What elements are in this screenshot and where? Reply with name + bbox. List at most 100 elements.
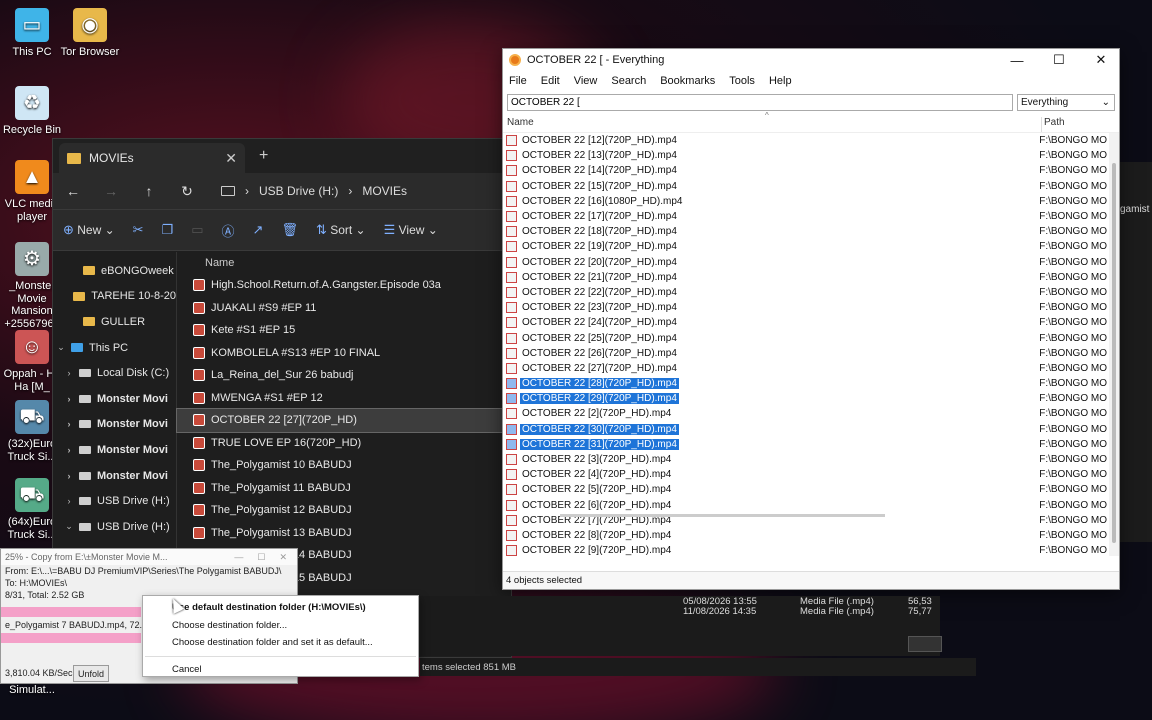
maximize-button[interactable]: ☐ [257, 552, 265, 563]
file-row[interactable]: The_Polygamist 11 BABUDJ [177, 477, 511, 500]
file-row[interactable]: The_Polygamist 12 BABUDJ [177, 499, 511, 522]
result-row[interactable]: OCTOBER 22 [4](720P_HD).mp4 F:\BONGO MO [503, 467, 1107, 482]
result-name-cell[interactable]: OCTOBER 22 [31](720P_HD).mp4 [503, 438, 1037, 450]
horizontal-scrollbar[interactable] [560, 514, 885, 517]
result-name-cell[interactable]: OCTOBER 22 [17](720P_HD).mp4 [503, 211, 1037, 223]
minimize-button[interactable]: — [999, 53, 1035, 68]
cut-icon[interactable]: ✂ [133, 222, 144, 238]
file-row[interactable]: KOMBOLELA #S13 #EP 10 FINAL [177, 342, 511, 365]
back-button[interactable]: ← [63, 183, 83, 199]
scrollbar-thumb[interactable] [1112, 163, 1116, 543]
menu-item-help[interactable]: Help [769, 75, 792, 87]
copy-icon[interactable]: ❐ [162, 222, 174, 238]
menu-item-choose-folder[interactable]: Choose destination folder... [143, 617, 418, 635]
sidebar-item[interactable]: ⌄ This PC [53, 335, 176, 361]
result-row[interactable]: OCTOBER 22 [5](720P_HD).mp4 F:\BONGO MO [503, 482, 1107, 497]
result-row[interactable]: OCTOBER 22 [29](720P_HD).mp4 F:\BONGO MO [503, 391, 1107, 406]
vertical-scrollbar[interactable] [1109, 133, 1119, 556]
result-name-cell[interactable]: OCTOBER 22 [15](720P_HD).mp4 [503, 180, 1037, 192]
rename-icon[interactable]: Ⓐ [222, 221, 235, 240]
sort-button[interactable]: ⇅ Sort ⌄ [316, 222, 366, 238]
result-row[interactable]: OCTOBER 22 [24](720P_HD).mp4 F:\BONGO MO [503, 315, 1107, 330]
forward-button[interactable]: → [101, 183, 121, 199]
result-name-cell[interactable]: OCTOBER 22 [28](720P_HD).mp4 [503, 378, 1037, 390]
chevron-icon[interactable]: › [63, 368, 75, 378]
result-name-cell[interactable]: OCTOBER 22 [9](720P_HD).mp4 [503, 545, 1037, 556]
result-name-cell[interactable]: OCTOBER 22 [21](720P_HD).mp4 [503, 271, 1037, 283]
menu-item-bookmarks[interactable]: Bookmarks [660, 75, 715, 87]
chevron-icon[interactable]: › [63, 394, 75, 404]
share-icon[interactable]: ↗ [253, 222, 264, 238]
result-name-cell[interactable]: OCTOBER 22 [8](720P_HD).mp4 [503, 529, 1037, 541]
result-row[interactable]: OCTOBER 22 [23](720P_HD).mp4 F:\BONGO MO [503, 300, 1107, 315]
menu-item-view[interactable]: View [574, 75, 598, 87]
tab-close-button[interactable]: ✕ [225, 150, 237, 167]
result-name-cell[interactable]: OCTOBER 22 [29](720P_HD).mp4 [503, 393, 1037, 405]
new-button[interactable]: ⊕ New ⌄ [63, 222, 115, 238]
filter-select[interactable]: Everything ⌄ [1017, 93, 1115, 111]
sidebar-item[interactable]: › Local Disk (C:) [53, 360, 176, 386]
sidebar-item[interactable]: › USB Drive (H:) [53, 488, 176, 514]
result-row[interactable]: OCTOBER 22 [18](720P_HD).mp4 F:\BONGO MO [503, 224, 1107, 239]
result-row[interactable]: OCTOBER 22 [19](720P_HD).mp4 F:\BONGO MO [503, 239, 1107, 254]
paste-icon[interactable]: ▭ [191, 222, 203, 238]
result-row[interactable]: OCTOBER 22 [8](720P_HD).mp4 F:\BONGO MO [503, 528, 1107, 543]
result-name-cell[interactable]: OCTOBER 22 [2](720P_HD).mp4 [503, 408, 1037, 420]
result-row[interactable]: OCTOBER 22 [28](720P_HD).mp4 F:\BONGO MO [503, 376, 1107, 391]
unfold-button[interactable]: Unfold [73, 665, 110, 682]
chevron-icon[interactable]: ⌄ [55, 342, 67, 353]
file-row[interactable]: La_Reina_del_Sur 26 babudj [177, 364, 511, 387]
chevron-icon[interactable]: › [63, 496, 75, 506]
desktop-icon[interactable]: ♻ Recycle Bin [0, 86, 64, 137]
file-row[interactable]: MWENGA #S1 #EP 12 [177, 387, 511, 410]
breadcrumb-movies[interactable]: MOVIEs [362, 184, 407, 198]
chevron-icon[interactable]: › [63, 419, 75, 429]
file-row[interactable]: High.School.Return.of.A.Gangster.Episode… [177, 274, 511, 297]
result-row[interactable]: OCTOBER 22 [31](720P_HD).mp4 F:\BONGO MO [503, 437, 1107, 452]
result-name-cell[interactable]: OCTOBER 22 [5](720P_HD).mp4 [503, 484, 1037, 496]
result-row[interactable]: OCTOBER 22 [27](720P_HD).mp4 F:\BONGO MO [503, 361, 1107, 376]
result-row[interactable]: OCTOBER 22 [2](720P_HD).mp4 F:\BONGO MO [503, 406, 1107, 421]
result-row[interactable]: OCTOBER 22 [22](720P_HD).mp4 F:\BONGO MO [503, 285, 1107, 300]
file-row[interactable]: JUAKALI #S9 #EP 11 [177, 297, 511, 320]
result-name-cell[interactable]: OCTOBER 22 [14](720P_HD).mp4 [503, 165, 1037, 177]
column-header-name[interactable]: Name [177, 252, 511, 274]
result-name-cell[interactable]: OCTOBER 22 [16](1080P_HD).mp4 [503, 195, 1037, 207]
new-tab-button[interactable]: + [259, 147, 268, 165]
result-row[interactable]: OCTOBER 22 [9](720P_HD).mp4 F:\BONGO MO [503, 543, 1107, 556]
sidebar-item[interactable]: › Monster Movi [53, 386, 176, 412]
sidebar-item[interactable]: › Monster Movi [53, 437, 176, 463]
file-row[interactable]: TRUE LOVE EP 16(720P_HD) [177, 432, 511, 455]
result-row[interactable]: OCTOBER 22 [17](720P_HD).mp4 F:\BONGO MO [503, 209, 1107, 224]
up-button[interactable]: ↑ [139, 183, 159, 199]
result-row[interactable]: OCTOBER 22 [30](720P_HD).mp4 F:\BONGO MO [503, 422, 1107, 437]
chevron-icon[interactable]: ⌄ [63, 521, 75, 532]
file-row[interactable]: OCTOBER 22 [27](720P_HD) [176, 408, 512, 433]
result-name-cell[interactable]: OCTOBER 22 [27](720P_HD).mp4 [503, 362, 1037, 374]
menu-item-cancel[interactable]: Cancel [143, 661, 418, 679]
maximize-button[interactable]: ☐ [1041, 52, 1077, 68]
file-row[interactable]: Kete #S1 #EP 15 [177, 319, 511, 342]
desktop-icon[interactable]: ⛟Simulat... [0, 684, 64, 697]
result-row[interactable]: OCTOBER 22 [21](720P_HD).mp4 F:\BONGO MO [503, 270, 1107, 285]
result-name-cell[interactable]: OCTOBER 22 [23](720P_HD).mp4 [503, 302, 1037, 314]
menu-item-choose-set-default[interactable]: Choose destination folder and set it as … [143, 634, 418, 652]
close-button[interactable]: ✕ [279, 552, 287, 563]
file-row[interactable]: The_Polygamist 10 BABUDJ [177, 454, 511, 477]
result-row[interactable]: OCTOBER 22 [13](720P_HD).mp4 F:\BONGO MO [503, 148, 1107, 163]
chevron-icon[interactable]: › [63, 445, 75, 455]
close-button[interactable]: ✕ [1083, 52, 1119, 68]
result-row[interactable]: OCTOBER 22 [20](720P_HD).mp4 F:\BONGO MO [503, 255, 1107, 270]
result-row[interactable]: OCTOBER 22 [14](720P_HD).mp4 F:\BONGO MO [503, 163, 1107, 178]
sidebar-item[interactable]: eBONGOweek [53, 258, 176, 284]
result-name-cell[interactable]: OCTOBER 22 [18](720P_HD).mp4 [503, 226, 1037, 238]
result-name-cell[interactable]: OCTOBER 22 [22](720P_HD).mp4 [503, 286, 1037, 298]
result-name-cell[interactable]: OCTOBER 22 [19](720P_HD).mp4 [503, 241, 1037, 253]
result-name-cell[interactable]: OCTOBER 22 [24](720P_HD).mp4 [503, 317, 1037, 329]
chevron-icon[interactable]: › [63, 471, 75, 481]
result-name-cell[interactable]: OCTOBER 22 [26](720P_HD).mp4 [503, 347, 1037, 359]
menu-item-search[interactable]: Search [611, 75, 646, 87]
breadcrumb-usb-drive[interactable]: USB Drive (H:) [259, 184, 338, 198]
result-row[interactable]: OCTOBER 22 [3](720P_HD).mp4 F:\BONGO MO [503, 452, 1107, 467]
result-name-cell[interactable]: OCTOBER 22 [13](720P_HD).mp4 [503, 150, 1037, 162]
